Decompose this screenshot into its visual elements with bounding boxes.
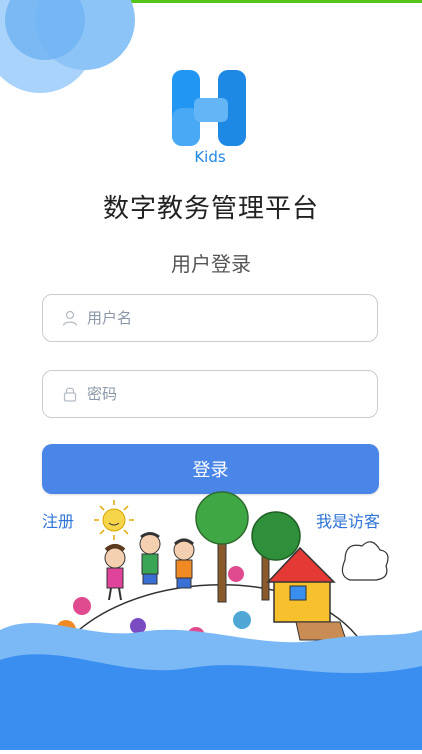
login-subtitle: 用户登录 — [171, 252, 251, 276]
password-input[interactable] — [85, 384, 377, 404]
sun-icon — [94, 500, 134, 540]
logo-text: Kids — [194, 148, 226, 166]
app-title: 数字教务管理平台 — [102, 194, 319, 224]
password-field[interactable] — [42, 370, 378, 418]
username-field[interactable] — [42, 294, 378, 342]
register-link[interactable]: 注册 — [42, 508, 74, 532]
username-input[interactable] — [85, 308, 377, 328]
guest-link[interactable]: 我是访客 — [316, 508, 380, 532]
app-logo: Kids — [170, 68, 250, 166]
lock-icon — [59, 383, 81, 405]
user-icon — [59, 307, 81, 329]
login-button[interactable]: 登录 — [42, 444, 379, 494]
decorative-bubbles — [0, 0, 135, 93]
